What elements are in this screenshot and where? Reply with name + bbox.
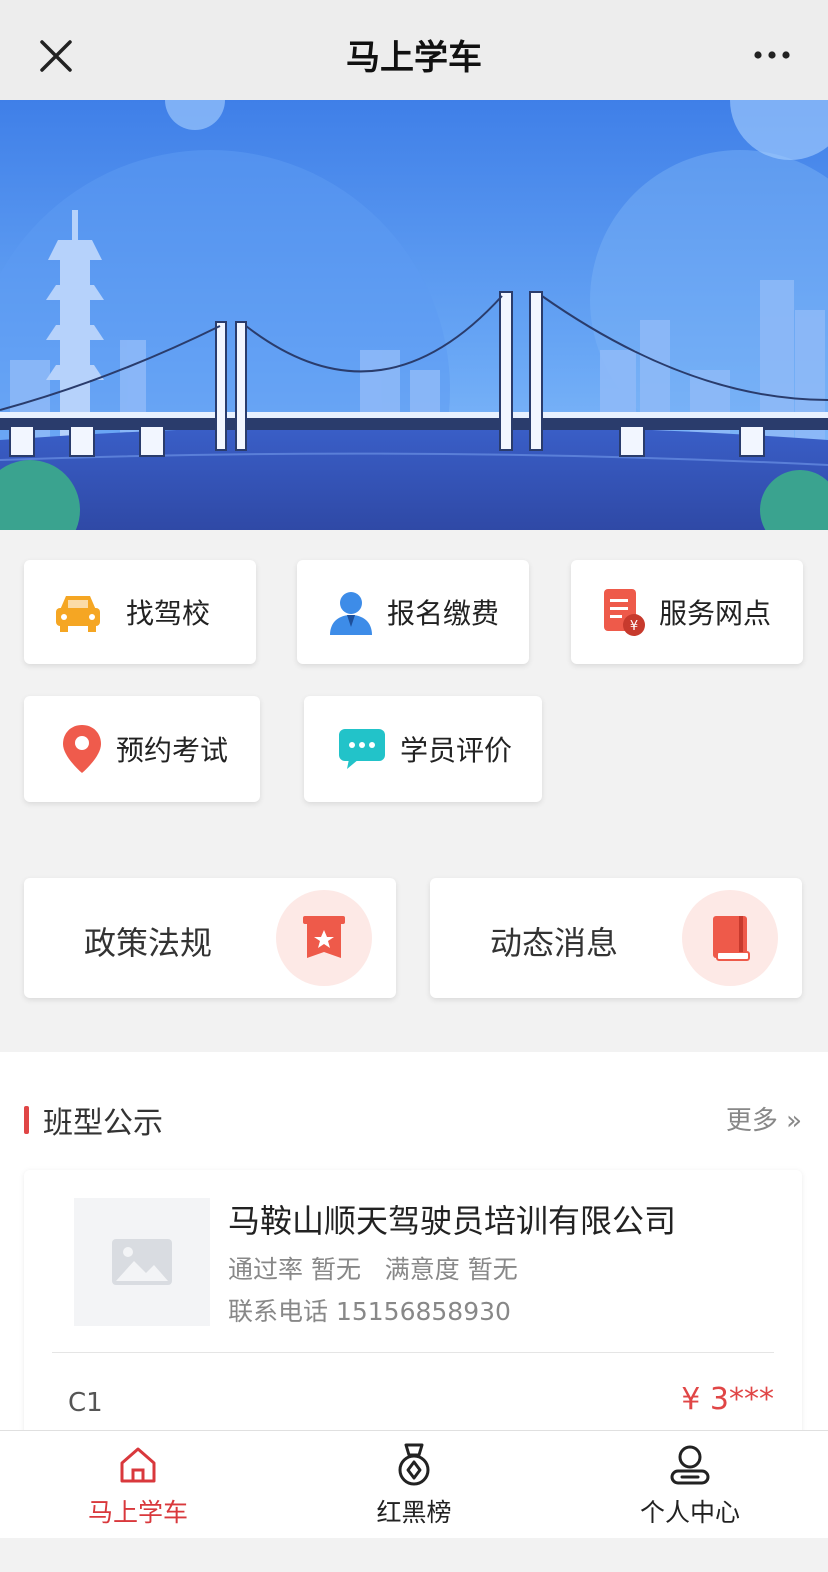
service-outlets-label: 服务网点 — [659, 597, 772, 630]
more-link[interactable]: 更多 » — [726, 1100, 802, 1137]
home-indicator-area — [0, 1538, 828, 1572]
page-title: 马上学车 — [346, 38, 482, 78]
news-updates-label: 动态消息 — [490, 924, 619, 962]
enroll-payment-button[interactable]: 报名缴费 — [297, 560, 529, 664]
tab-personal-center[interactable]: 个人中心 — [552, 1431, 828, 1538]
find-driving-school-button[interactable]: 找驾校 — [24, 560, 256, 664]
news-updates-card[interactable]: 动态消息 — [430, 878, 802, 998]
school-stats: 通过率 暂无 满意度 暂无 — [228, 1255, 518, 1284]
license-class: C1 — [68, 1388, 103, 1418]
scroll-banner-icon — [276, 890, 372, 986]
home-icon — [120, 1447, 156, 1483]
divider — [52, 1352, 774, 1353]
image-placeholder-icon — [74, 1198, 210, 1326]
school-phone[interactable]: 联系电话 15156858930 — [228, 1292, 511, 1328]
section-header: 班型公示 — [24, 1098, 163, 1142]
section-title: 班型公示 — [43, 1106, 163, 1141]
section-accent-bar — [24, 1106, 29, 1134]
city-bridge-illustration — [0, 100, 828, 530]
tab-label: 红黑榜 — [376, 1498, 452, 1527]
book-exam-label: 预约考试 — [116, 734, 229, 767]
enroll-payment-label: 报名缴费 — [387, 597, 500, 630]
book-icon — [682, 890, 778, 986]
nav-bar: 马上学车 — [0, 0, 828, 100]
user-icon — [670, 1445, 710, 1485]
medal-icon — [398, 1443, 430, 1486]
banner-image[interactable] — [0, 100, 828, 530]
school-name: 马鞍山顺天驾驶员培训有限公司 — [228, 1202, 677, 1240]
student-reviews-button[interactable]: 学员评价 — [304, 696, 542, 802]
class-price: ¥ 3*** — [681, 1382, 774, 1417]
service-outlets-button[interactable]: ¥ 服务网点 — [571, 560, 803, 664]
tab-label: 马上学车 — [87, 1498, 188, 1527]
location-pin-icon — [54, 721, 110, 777]
more-horizontal-icon[interactable] — [752, 40, 792, 70]
policies-regulations-label: 政策法规 — [84, 924, 213, 962]
bill-icon: ¥ — [595, 584, 651, 640]
car-icon — [50, 584, 106, 640]
class-announcement-section: 班型公示 更多 » 马鞍山顺天驾驶员培训有限公司 通过率 暂无 满意度 暂无 联… — [0, 1052, 828, 1450]
tab-learn-driving[interactable]: 马上学车 — [0, 1431, 276, 1538]
policies-regulations-card[interactable]: 政策法规 — [24, 878, 396, 998]
person-icon — [323, 584, 379, 640]
student-reviews-label: 学员评价 — [400, 734, 513, 767]
tab-label: 个人中心 — [639, 1498, 740, 1527]
chat-bubble-icon — [334, 721, 390, 777]
book-exam-button[interactable]: 预约考试 — [24, 696, 260, 802]
find-driving-school-label: 找驾校 — [126, 597, 211, 630]
school-card[interactable]: 马鞍山顺天驾驶员培训有限公司 通过率 暂无 满意度 暂无 联系电话 151568… — [24, 1170, 802, 1450]
tab-red-black-list[interactable]: 红黑榜 — [276, 1431, 552, 1538]
bottom-tab-bar: 马上学车 红黑榜 个人中心 — [0, 1430, 828, 1538]
svg-text:¥: ¥ — [630, 619, 638, 634]
